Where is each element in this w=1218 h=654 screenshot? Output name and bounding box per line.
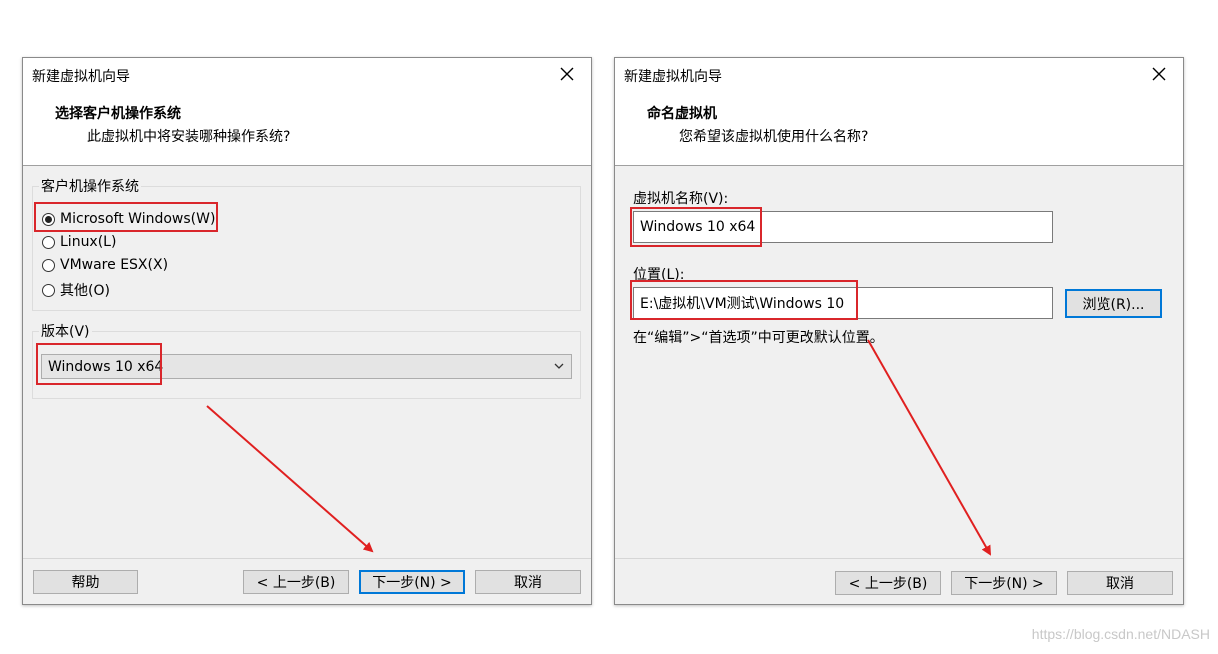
arrow-to-next-right <box>867 339 991 556</box>
arrow-to-next-left <box>206 405 374 553</box>
watermark: https://blog.csdn.net/NDASH <box>1031 626 1210 642</box>
annotation-arrows <box>206 339 991 556</box>
